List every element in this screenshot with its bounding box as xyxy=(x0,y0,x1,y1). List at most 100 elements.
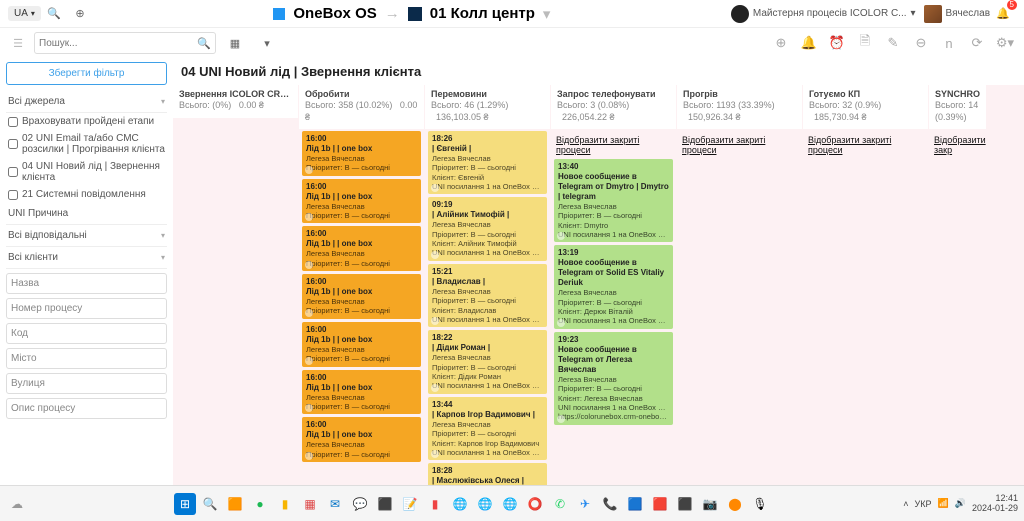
kanban-card[interactable]: 13:19Новое сообщение в Telegram от Solid… xyxy=(554,245,673,329)
clients-dropdown[interactable]: Всі клієнти xyxy=(6,247,167,269)
taskbar-app-icon[interactable]: 🌐 xyxy=(474,493,496,515)
taskbar-app-icon[interactable]: 📷 xyxy=(699,493,721,515)
search-field[interactable] xyxy=(39,38,197,49)
sources-dropdown[interactable]: Всі джерела xyxy=(6,91,167,113)
column-count: Всього: 358 (10.02%) xyxy=(305,100,392,110)
tray-time: 12:41 xyxy=(995,493,1018,503)
kanban-card[interactable]: 16:00Лід 1b | | one boxЛегеза ВячеславПр… xyxy=(302,179,421,224)
city-input[interactable]: Місто xyxy=(6,348,167,369)
weather-icon[interactable]: ☁ xyxy=(6,493,28,515)
taskbar-app-icon[interactable]: ✈ xyxy=(574,493,596,515)
chevron-down-icon[interactable]: ▾ xyxy=(543,5,551,23)
doc-icon[interactable]: 🗎 xyxy=(854,32,876,54)
save-filter-button[interactable]: Зберегти фільтр xyxy=(6,62,167,85)
procno-input[interactable]: Номер процесу xyxy=(6,298,167,319)
filter-opt-lead[interactable]: 04 UNI Новий лід | Звернення клієнта xyxy=(6,158,167,186)
kanban-card[interactable]: 16:00Лід 1b | | one boxЛегеза ВячеславПр… xyxy=(302,370,421,415)
column-amount: 185,730.94 ₴ xyxy=(814,112,867,122)
show-closed-link[interactable]: Відобразити закриті процеси xyxy=(808,135,923,155)
taskbar-app-icon[interactable]: 💬 xyxy=(349,493,371,515)
kanban-card[interactable]: 16:00Лід 1b | | one boxЛегеза ВячеславПр… xyxy=(302,417,421,462)
taskbar-app-icon[interactable]: ✆ xyxy=(549,493,571,515)
kanban-card[interactable]: 09:19| Алійник Тимофій |Легеза ВячеславП… xyxy=(428,197,547,261)
kanban-card[interactable]: 18:22| Дідик Роман |Легеза ВячеславПріор… xyxy=(428,330,547,394)
refresh-icon[interactable]: ⟳ xyxy=(966,32,988,54)
desc-input[interactable]: Опис процесу xyxy=(6,398,167,419)
taskbar-app-icon[interactable]: ⬤ xyxy=(724,493,746,515)
tray-chevron-icon[interactable]: ˄ xyxy=(903,499,908,509)
dept-title[interactable]: 01 Колл центр xyxy=(430,5,535,22)
gear-icon[interactable]: ⚙▾ xyxy=(994,32,1016,54)
taskbar-app-icon[interactable]: 🔍 xyxy=(199,493,221,515)
filter-panel: Зберегти фільтр Всі джерела Враховувати … xyxy=(0,58,173,485)
show-closed-link[interactable]: Відобразити закр xyxy=(934,135,986,155)
edit-icon[interactable]: ✎ xyxy=(882,32,904,54)
taskbar-app-icon[interactable]: 🟥 xyxy=(649,493,671,515)
taskbar-app-icon[interactable]: ⬛ xyxy=(374,493,396,515)
tray-sound-icon[interactable]: 🔊 xyxy=(955,498,966,509)
funnel-icon[interactable]: ☰ xyxy=(8,37,28,50)
taskbar-app-icon[interactable]: 🟦 xyxy=(624,493,646,515)
arrow-icon: → xyxy=(385,5,400,22)
kanban-card[interactable]: 19:23Новое сообщение в Telegram от Легез… xyxy=(554,332,673,425)
passed-stages-checkbox[interactable]: Враховувати пройдені етапи xyxy=(6,113,167,130)
show-closed-link[interactable]: Відобразити закриті процеси xyxy=(556,135,671,155)
name-input[interactable]: Назва xyxy=(6,273,167,294)
brand-square-icon xyxy=(273,8,285,20)
kanban-card[interactable]: 18:28| Маслюківська Олеся |Легеза Вячесл… xyxy=(428,463,547,485)
taskbar-app-icon[interactable]: ▮ xyxy=(424,493,446,515)
filter-opt-email[interactable]: 02 UNI Email та/або СМС розсилки | Прогр… xyxy=(6,130,167,158)
column-header: SYNCHRO Всього: 14 (0.39%) xyxy=(929,85,986,129)
kanban-card[interactable]: 13:44| Карпов Ігор Вадимович |Легеза Вяч… xyxy=(428,397,547,461)
user-selector[interactable]: Вячеслав xyxy=(924,5,990,23)
alarm-icon[interactable]: ⏰ xyxy=(826,32,848,54)
kanban-card[interactable]: 16:00Лід 1b | | one boxЛегеза ВячеславПр… xyxy=(302,322,421,367)
street-input[interactable]: Вулиця xyxy=(6,373,167,394)
kanban-card[interactable]: 18:26| Євгеній |Легеза ВячеславПріоритет… xyxy=(428,131,547,195)
taskbar-app-icon[interactable]: 📞 xyxy=(599,493,621,515)
taskbar-app-icon[interactable]: 📝 xyxy=(399,493,421,515)
kanban-card[interactable]: 15:21| Владислав |Легеза ВячеславПріорит… xyxy=(428,264,547,328)
column-count: Всього: 1193 (33.39%) xyxy=(683,100,775,110)
taskbar-app-icon[interactable]: ▮ xyxy=(274,493,296,515)
chevron-down-icon[interactable]: ▾ xyxy=(256,32,278,54)
system-tray[interactable]: ˄ УКР 📶 🔊 12:41 2024-01-29 xyxy=(903,494,1018,514)
kanban-card[interactable]: 16:00Лід 1b | | one boxЛегеза ВячеславПр… xyxy=(302,226,421,271)
bell-icon[interactable]: 🔔 xyxy=(798,32,820,54)
show-closed-link[interactable]: Відобразити закриті процеси xyxy=(682,135,797,155)
kanban-card[interactable]: 16:00Лід 1b | | one boxЛегеза ВячеславПр… xyxy=(302,131,421,176)
taskbar-app-icon[interactable]: ● xyxy=(249,493,271,515)
dept-square-icon xyxy=(408,7,422,21)
tray-lang[interactable]: УКР xyxy=(915,499,932,509)
minus-icon[interactable]: ⊖ xyxy=(910,32,932,54)
responsible-dropdown[interactable]: Всі відповідальні xyxy=(6,225,167,247)
code-input[interactable]: Код xyxy=(6,323,167,344)
taskbar-app-icon[interactable]: ▦ xyxy=(299,493,321,515)
language-selector[interactable]: UA xyxy=(8,6,41,21)
board-title: 04 UNI Новий лід | Звернення клієнта xyxy=(173,58,1024,85)
column-header: Перемовини Всього: 46 (1.29%) 136,103.05… xyxy=(425,85,550,129)
filter-opt-system[interactable]: 21 Системні повідомлення xyxy=(6,186,167,203)
start-icon[interactable]: ⊞ xyxy=(174,493,196,515)
taskbar-app-icon[interactable]: 🌐 xyxy=(449,493,471,515)
taskbar-app-icon[interactable]: 🟧 xyxy=(224,493,246,515)
tray-wifi-icon[interactable]: 📶 xyxy=(938,498,949,509)
taskbar-app-icon[interactable]: 🌐 xyxy=(499,493,521,515)
taskbar-app-icon[interactable]: ⬛ xyxy=(674,493,696,515)
search-icon[interactable]: 🔍 xyxy=(43,3,65,25)
add-icon[interactable]: ⊕ xyxy=(69,3,91,25)
column-amount: 0.00 ₴ xyxy=(239,100,264,110)
taskbar-app-icon[interactable]: 🎙 xyxy=(749,493,771,515)
add-icon[interactable]: ⊕ xyxy=(770,32,792,54)
kanban-card[interactable]: 13:40Новое сообщение в Telegram от Dmytr… xyxy=(554,159,673,243)
search-input[interactable]: 🔍 xyxy=(34,32,216,54)
notification-bell-icon[interactable]: 🔔5 xyxy=(992,3,1014,25)
taskbar-app-icon[interactable]: ⭕ xyxy=(524,493,546,515)
search-glass-icon[interactable]: 🔍 xyxy=(197,37,211,50)
glyph-icon[interactable]: n xyxy=(938,32,960,54)
kanban-card[interactable]: 16:00Лід 1b | | one boxЛегеза ВячеславПр… xyxy=(302,274,421,319)
workspace-selector[interactable]: Майстерня процесів ICOLOR C...▾ xyxy=(731,5,916,23)
column-amount: 226,054.22 ₴ xyxy=(562,112,615,122)
taskbar-app-icon[interactable]: ✉ xyxy=(324,493,346,515)
view-grid-icon[interactable]: ▦ xyxy=(224,32,246,54)
